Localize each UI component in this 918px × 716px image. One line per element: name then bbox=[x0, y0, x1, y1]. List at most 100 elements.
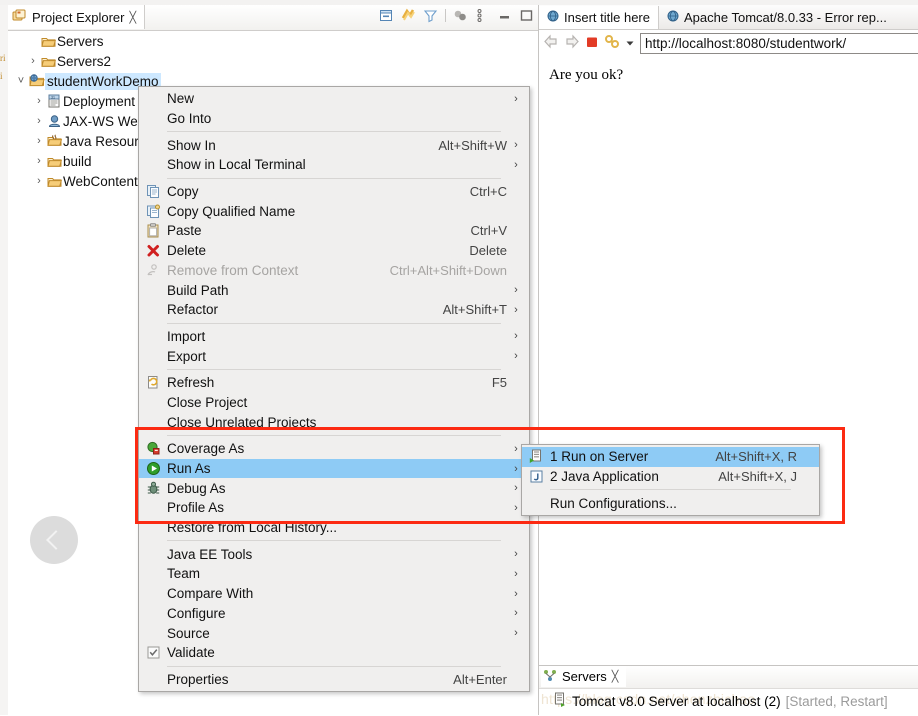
submenu-chevron-right-icon: › bbox=[514, 567, 518, 580]
chevron-right-icon[interactable]: › bbox=[32, 135, 46, 147]
menu-item-profile-as[interactable]: Profile As › bbox=[139, 498, 529, 518]
menu-item-import[interactable]: Import › bbox=[139, 327, 529, 347]
menu-item-properties[interactable]: Properties Alt+Enter bbox=[139, 670, 529, 690]
tab-servers[interactable]: Servers ╳ bbox=[541, 666, 627, 687]
tree-item-servers[interactable]: Servers bbox=[8, 31, 538, 51]
java-resources-icon bbox=[46, 134, 63, 148]
menu-item-go-into[interactable]: Go Into bbox=[139, 109, 529, 129]
menu-item-2-java-application[interactable]: 2 Java Application Alt+Shift+X, J bbox=[522, 467, 819, 487]
menu-item-label: Show In bbox=[167, 137, 216, 153]
chevron-right-icon[interactable]: › bbox=[32, 175, 46, 187]
menu-item-refresh[interactable]: Refresh F5 bbox=[139, 373, 529, 393]
url-input[interactable]: http://localhost:8080/studentwork/ bbox=[640, 32, 918, 54]
menu-item-delete[interactable]: Delete Delete bbox=[139, 241, 529, 261]
chevron-right-icon[interactable]: › bbox=[32, 155, 46, 167]
menu-item-label: Paste bbox=[167, 223, 202, 239]
close-icon[interactable]: ╳ bbox=[129, 11, 136, 24]
servers-icon bbox=[543, 669, 557, 685]
tab-project-explorer[interactable]: Project Explorer ╳ bbox=[8, 5, 146, 29]
page-body-text: Are you ok? bbox=[549, 67, 624, 83]
maximize-icon[interactable] bbox=[519, 8, 534, 23]
menu-item-copy[interactable]: Copy Ctrl+C bbox=[139, 182, 529, 202]
browser-tab-1[interactable]: Apache Tomcat/8.0.33 - Error rep... bbox=[659, 6, 895, 29]
tree-item-label: Servers bbox=[57, 33, 104, 49]
menu-item-label: Close Project bbox=[167, 394, 248, 410]
minimize-icon[interactable] bbox=[497, 8, 512, 23]
menu-item-label: Configure bbox=[167, 605, 226, 621]
close-icon[interactable]: ╳ bbox=[612, 670, 619, 683]
menu-item-label: Compare With bbox=[167, 586, 254, 602]
submenu-chevron-right-icon: › bbox=[514, 587, 518, 600]
submenu-chevron-right-icon: › bbox=[514, 607, 518, 620]
menu-item-label: Team bbox=[167, 566, 201, 582]
menu-item-run-as[interactable]: Run As › bbox=[139, 458, 529, 479]
menu-item-show-in[interactable]: Show In Alt+Shift+W › bbox=[139, 135, 529, 155]
menu-item-build-path[interactable]: Build Path › bbox=[139, 280, 529, 300]
submenu-chevron-right-icon: › bbox=[514, 330, 518, 343]
chevron-down-icon[interactable] bbox=[625, 36, 635, 51]
link-with-editor-icon[interactable] bbox=[401, 8, 416, 23]
forward-arrow-icon[interactable] bbox=[564, 34, 580, 52]
menu-item-1-run-on-server[interactable]: 1 Run on Server Alt+Shift+X, R bbox=[522, 447, 819, 467]
menu-item-refactor[interactable]: Refactor Alt+Shift+T › bbox=[139, 300, 529, 320]
working-set-icon[interactable] bbox=[453, 8, 468, 23]
menu-item-close-unrelated-projects[interactable]: Close Unrelated Projects bbox=[139, 412, 529, 432]
menu-item-icon-wrap bbox=[139, 184, 167, 199]
url-text: http://localhost:8080/studentwork/ bbox=[645, 35, 847, 51]
tree-icon-wrap bbox=[46, 175, 63, 188]
menu-item-label: Run Configurations... bbox=[550, 495, 677, 511]
browser-tab-0[interactable]: Insert title here bbox=[539, 5, 659, 29]
menu-item-close-project[interactable]: Close Project bbox=[139, 393, 529, 413]
menu-item-show-in-local-terminal[interactable]: Show in Local Terminal › bbox=[139, 155, 529, 175]
menu-item-copy-qualified-name[interactable]: Copy Qualified Name bbox=[139, 201, 529, 221]
tree-icon-wrap bbox=[40, 55, 57, 68]
tab-label: Servers bbox=[562, 669, 607, 684]
menu-item-label: Validate bbox=[167, 645, 215, 661]
chevron-down-icon[interactable]: ˅ bbox=[14, 75, 28, 87]
menu-item-compare-with[interactable]: Compare With › bbox=[139, 584, 529, 604]
menu-item-new[interactable]: New › bbox=[139, 89, 529, 109]
collapse-all-icon[interactable] bbox=[379, 8, 394, 23]
tree-item-label: build bbox=[63, 153, 92, 169]
menu-item-export[interactable]: Export › bbox=[139, 346, 529, 366]
menu-separator bbox=[167, 177, 501, 179]
menu-item-team[interactable]: Team › bbox=[139, 564, 529, 584]
web-project-icon bbox=[28, 74, 45, 88]
tree-icon-wrap bbox=[46, 134, 63, 148]
view-filter-icon[interactable] bbox=[423, 8, 438, 23]
menu-separator bbox=[167, 131, 501, 133]
tree-item-servers2[interactable]: › Servers2 bbox=[8, 51, 538, 71]
stop-icon[interactable] bbox=[585, 35, 599, 52]
menu-item-validate[interactable]: Validate bbox=[139, 643, 529, 663]
view-menu-icon[interactable] bbox=[475, 8, 490, 23]
tree-icon-wrap bbox=[28, 74, 45, 88]
menu-item-debug-as[interactable]: Debug As › bbox=[139, 478, 529, 498]
menu-item-paste[interactable]: Paste Ctrl+V bbox=[139, 221, 529, 241]
server-status-badge: [Started, Restart] bbox=[785, 693, 888, 709]
project-explorer-toolbar bbox=[379, 8, 534, 23]
chevron-right-icon[interactable]: › bbox=[32, 95, 46, 107]
menu-item-run-configurations[interactable]: Run Configurations... bbox=[522, 493, 819, 513]
tree-icon-wrap bbox=[40, 35, 57, 48]
bookmarks-icon[interactable] bbox=[604, 34, 620, 52]
menu-item-coverage-as[interactable]: Coverage As › bbox=[139, 439, 529, 459]
menu-separator bbox=[167, 435, 501, 436]
chevron-right-icon[interactable]: › bbox=[32, 115, 46, 127]
back-arrow-icon[interactable] bbox=[543, 34, 559, 52]
menu-item-configure[interactable]: Configure › bbox=[139, 604, 529, 624]
submenu-chevron-right-icon: › bbox=[514, 158, 518, 171]
submenu-chevron-right-icon: › bbox=[514, 303, 518, 316]
menu-item-label: Profile As bbox=[167, 500, 225, 516]
menu-item-java-ee-tools[interactable]: Java EE Tools › bbox=[139, 544, 529, 564]
globe-icon bbox=[547, 10, 559, 25]
coverage-icon bbox=[146, 441, 161, 456]
tree-icon-wrap bbox=[46, 114, 63, 128]
menu-item-shortcut: Alt+Shift+T bbox=[442, 302, 507, 318]
menu-item-source[interactable]: Source › bbox=[139, 623, 529, 643]
chevron-right-icon[interactable]: › bbox=[26, 55, 40, 67]
jaxws-icon bbox=[47, 114, 62, 128]
menu-item-label: Close Unrelated Projects bbox=[167, 414, 317, 430]
server-list-item[interactable]: Tomcat v8.0 Server at localhost (2) [Sta… bbox=[553, 692, 888, 710]
nav-back-overlay-button[interactable] bbox=[30, 516, 78, 564]
menu-item-restore-from-local-history[interactable]: Restore from Local History... bbox=[139, 518, 529, 538]
